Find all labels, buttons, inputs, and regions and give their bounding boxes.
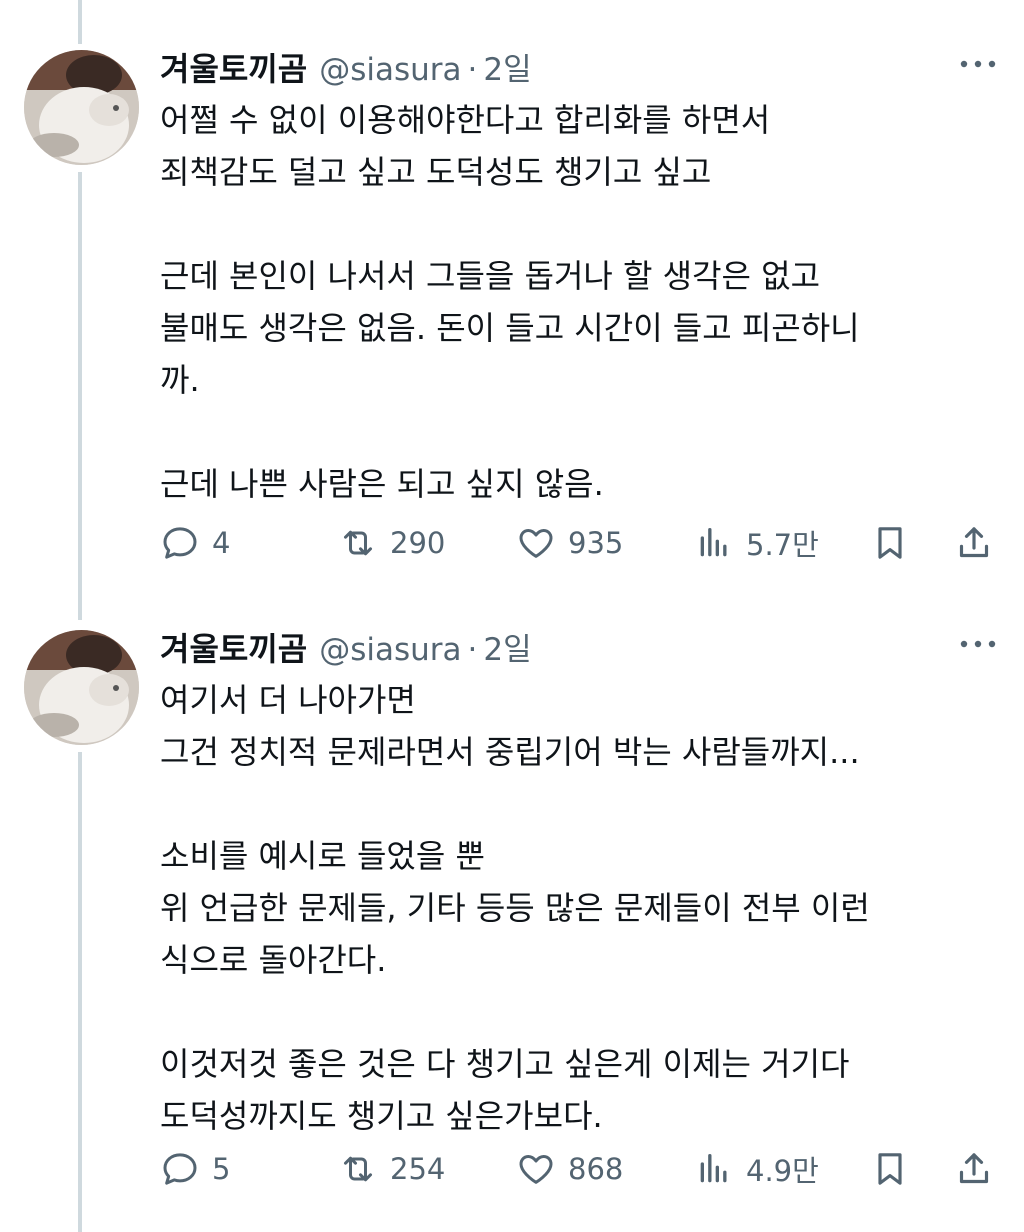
reply-icon [163, 1153, 197, 1185]
tweet-header: 겨울토끼곰 @siasura · 2일 [160, 44, 532, 88]
retweet-count: 290 [390, 526, 446, 560]
reply-button[interactable]: 4 [160, 518, 230, 568]
action-bar: 5 254 868 4.9만 [160, 1144, 1000, 1194]
retweet-count: 254 [390, 1152, 446, 1186]
retweet-icon [344, 530, 372, 556]
bookmark-button[interactable] [870, 1144, 922, 1194]
timestamp[interactable]: 2일 [483, 44, 531, 89]
view-count: 5.7만 [746, 528, 819, 562]
reply-icon [163, 527, 197, 559]
views-icon [700, 528, 727, 557]
retweet-button[interactable]: 254 [338, 1144, 445, 1194]
bookmark-icon [878, 527, 902, 559]
separator-dot: · [467, 632, 478, 668]
tweet[interactable]: 겨울토끼곰 @siasura · 2일 어쩔 수 없이 이용해야한다고 합리화를… [0, 44, 1024, 604]
display-name[interactable]: 겨울토끼곰 [160, 44, 307, 90]
thread-line-top [78, 0, 82, 44]
reply-button[interactable]: 5 [160, 1144, 230, 1194]
views-button[interactable]: 5.7만 [694, 518, 819, 568]
share-button[interactable] [954, 518, 1006, 568]
view-count: 4.9만 [746, 1154, 819, 1188]
avatar[interactable] [24, 50, 139, 165]
retweet-button[interactable]: 290 [338, 518, 445, 568]
like-button[interactable]: 868 [516, 1144, 623, 1194]
share-button[interactable] [954, 1144, 1006, 1194]
tweet[interactable]: 겨울토끼곰 @siasura · 2일 여기서 더 나아가면 그건 정치적 문제… [0, 624, 1024, 1224]
like-count: 868 [568, 1152, 624, 1186]
views-button[interactable]: 4.9만 [694, 1144, 819, 1194]
bookmark-button[interactable] [870, 518, 922, 568]
more-icon[interactable] [958, 54, 998, 74]
share-icon [959, 527, 989, 558]
bookmark-icon [878, 1153, 902, 1185]
share-icon [959, 1153, 989, 1184]
tweet-text: 여기서 더 나아가면 그건 정치적 문제라면서 중립기어 박는 사람들까지...… [160, 681, 870, 1135]
display-name[interactable]: 겨울토끼곰 [160, 624, 307, 670]
more-icon[interactable] [958, 634, 998, 654]
tweet-header: 겨울토끼곰 @siasura · 2일 [160, 624, 532, 668]
retweet-icon [344, 1156, 372, 1182]
user-handle[interactable]: @siasura [319, 52, 461, 88]
like-button[interactable]: 935 [516, 518, 623, 568]
action-bar: 4 290 935 5.7만 [160, 518, 1000, 568]
tweet-text: 어쩔 수 없이 이용해야한다고 합리화를 하면서 죄책감도 덜고 싶고 도덕성도… [160, 101, 860, 503]
heart-icon [519, 529, 553, 558]
views-icon [700, 1154, 727, 1183]
like-count: 935 [568, 526, 624, 560]
timestamp[interactable]: 2일 [483, 624, 531, 669]
reply-count: 4 [212, 526, 231, 560]
user-handle[interactable]: @siasura [319, 632, 461, 668]
avatar[interactable] [24, 630, 139, 745]
separator-dot: · [467, 52, 478, 88]
heart-icon [519, 1155, 553, 1184]
reply-count: 5 [212, 1152, 231, 1186]
